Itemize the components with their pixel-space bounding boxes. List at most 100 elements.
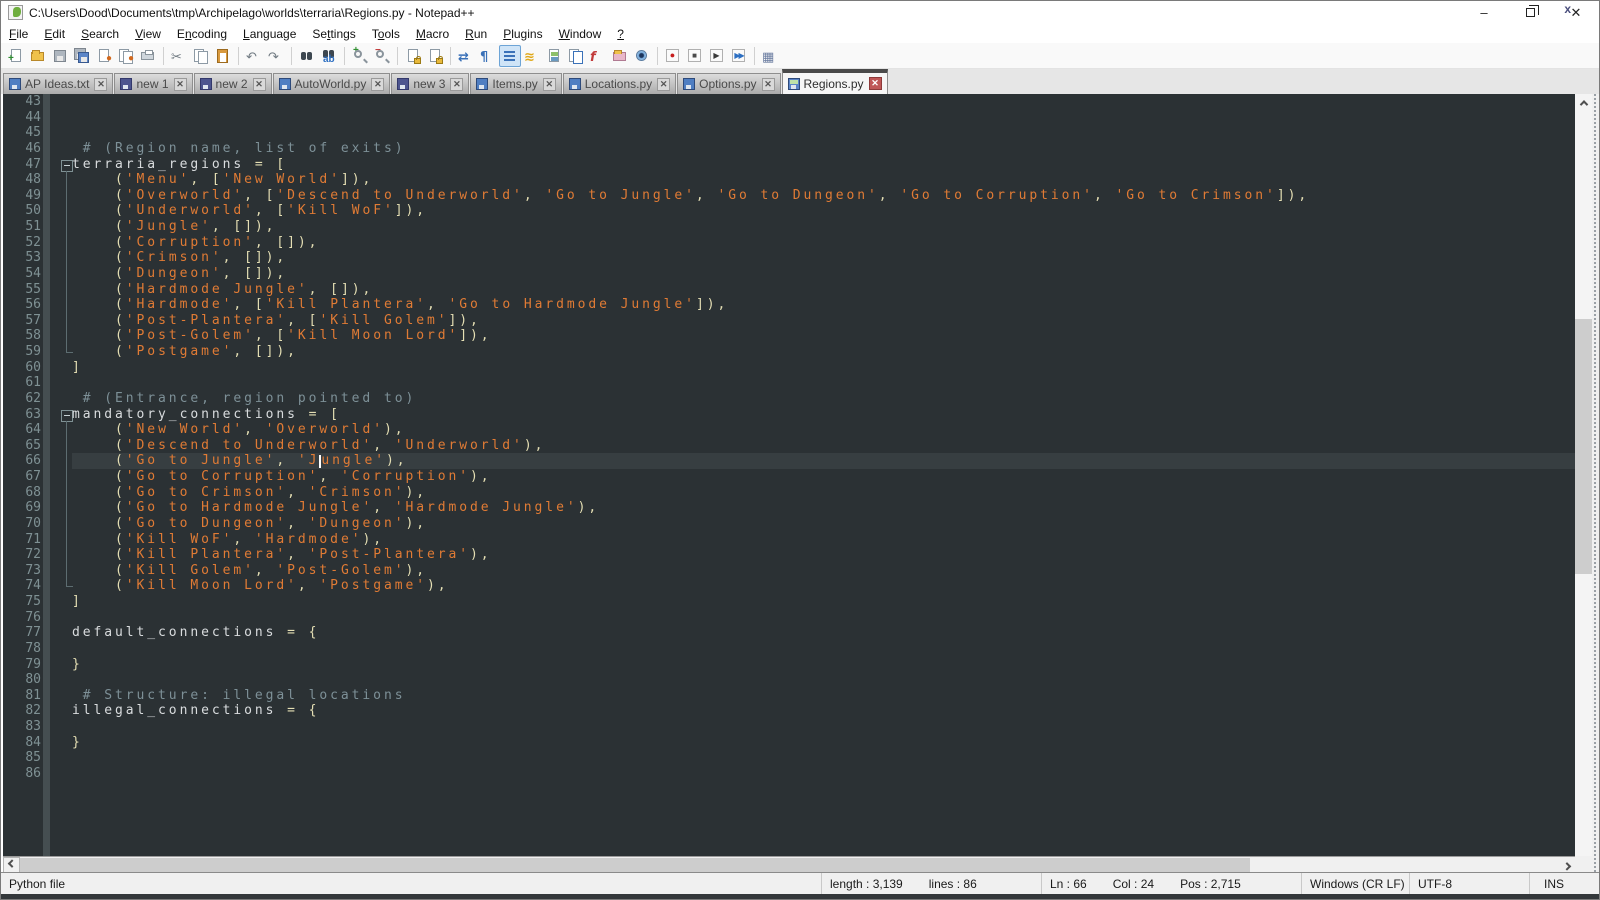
code-line[interactable]: 60] [3, 360, 1575, 376]
code-line[interactable]: 53 ('Crimson', []), [3, 250, 1575, 266]
code-line[interactable]: 62 # (Entrance, region pointed to) [3, 391, 1575, 407]
code-line[interactable]: 43 [3, 94, 1575, 110]
macro-record-icon[interactable]: ● [662, 45, 684, 67]
code-line[interactable]: 80 [3, 672, 1575, 688]
tab-ap-ideas-txt[interactable]: AP Ideas.txt✕ [3, 73, 113, 94]
code-line[interactable]: 69 ('Go to Hardmode Jungle', 'Hardmode J… [3, 500, 1575, 516]
menu-run[interactable]: Run [457, 25, 495, 43]
line-number[interactable]: 50 [3, 203, 41, 219]
copy-icon[interactable] [190, 45, 212, 67]
horizontal-scroll-thumb[interactable] [20, 858, 1250, 873]
line-number[interactable]: 66 [3, 453, 41, 469]
code-line[interactable]: 78 [3, 641, 1575, 657]
status-encoding[interactable]: UTF-8 [1409, 873, 1529, 894]
tab-close-icon[interactable]: ✕ [450, 78, 463, 91]
replace-icon[interactable]: ab [318, 45, 340, 67]
sync-horizontal-scroll-icon[interactable] [424, 45, 446, 67]
code-line[interactable]: 61 [3, 375, 1575, 391]
close-all-icon[interactable]: ● [115, 45, 137, 67]
tab-items-py[interactable]: Items.py✕ [470, 73, 561, 94]
code-line[interactable]: 76 [3, 610, 1575, 626]
line-number[interactable]: 55 [3, 282, 41, 298]
line-number[interactable]: 47 [3, 157, 41, 173]
code-line[interactable]: 74 ('Kill Moon Lord', 'Postgame'), [3, 578, 1575, 594]
code-line[interactable]: 45 [3, 125, 1575, 141]
new-file-icon[interactable]: + [5, 45, 27, 67]
code-line[interactable]: 44 [3, 110, 1575, 126]
code-line[interactable]: 54 ('Dungeon', []), [3, 266, 1575, 282]
macro-save-icon[interactable]: ▦ [759, 45, 781, 67]
line-number[interactable]: 80 [3, 672, 41, 688]
word-wrap-icon[interactable]: ⇄ [455, 45, 477, 67]
line-number[interactable]: 59 [3, 344, 41, 360]
tab-close-icon[interactable]: ✕ [657, 78, 670, 91]
code-editor[interactable]: 43444546 # (Region name, list of exits)4… [3, 94, 1575, 856]
line-number[interactable]: 71 [3, 532, 41, 548]
show-indent-guide-icon[interactable] [499, 45, 521, 67]
tab-close-icon[interactable]: ✕ [94, 78, 107, 91]
macro-playback-icon[interactable]: ▶ [706, 45, 728, 67]
scroll-right-button[interactable] [1558, 857, 1575, 873]
line-number[interactable]: 79 [3, 657, 41, 673]
tab-new-1[interactable]: new 1✕ [114, 73, 192, 94]
print-icon[interactable] [137, 45, 159, 67]
code-line[interactable]: 51 ('Jungle', []), [3, 219, 1575, 235]
line-number[interactable]: 57 [3, 313, 41, 329]
menu-plugins[interactable]: Plugins [495, 25, 550, 43]
scroll-left-button[interactable] [3, 857, 20, 873]
menu-file[interactable]: File [1, 25, 36, 43]
function-list-icon[interactable]: f [587, 45, 609, 67]
line-number[interactable]: 43 [3, 94, 41, 110]
tab-new-3[interactable]: new 3✕ [391, 73, 469, 94]
code-line[interactable]: 81 # Structure: illegal locations [3, 688, 1575, 704]
code-line[interactable]: 65 ('Descend to Underworld', 'Underworld… [3, 438, 1575, 454]
menu-encoding[interactable]: Encoding [169, 25, 235, 43]
menu-tools[interactable]: Tools [364, 25, 408, 43]
horizontal-scrollbar[interactable] [3, 856, 1575, 872]
line-number[interactable]: 52 [3, 235, 41, 251]
line-number[interactable]: 54 [3, 266, 41, 282]
close-button[interactable]: ✕ [1553, 1, 1599, 24]
monitoring-icon[interactable] [631, 45, 653, 67]
line-number[interactable]: 45 [3, 125, 41, 141]
macro-stop-icon[interactable]: ■ [684, 45, 706, 67]
code-line[interactable]: 48 ('Menu', ['New World']), [3, 172, 1575, 188]
zoom-in-icon[interactable] [349, 45, 371, 67]
line-number[interactable]: 86 [3, 766, 41, 782]
line-number[interactable]: 46 [3, 141, 41, 157]
line-number[interactable]: 48 [3, 172, 41, 188]
folder-as-workspace-icon[interactable] [609, 45, 631, 67]
line-number[interactable]: 51 [3, 219, 41, 235]
menu-macro[interactable]: Macro [408, 25, 457, 43]
menu-?[interactable]: ? [609, 25, 632, 43]
line-number[interactable]: 58 [3, 328, 41, 344]
line-number[interactable]: 64 [3, 422, 41, 438]
redo-icon[interactable]: ↷ [265, 45, 287, 67]
code-line[interactable]: 83 [3, 719, 1575, 735]
line-number[interactable]: 84 [3, 735, 41, 751]
code-line[interactable]: 63mandatory_connections = [ [3, 407, 1575, 423]
tab-regions-py[interactable]: Regions.py✕ [782, 69, 888, 94]
sync-vertical-scroll-icon[interactable] [402, 45, 424, 67]
code-line[interactable]: 66 ('Go to Jungle', 'Jungle'), [3, 453, 1575, 469]
tab-close-icon[interactable]: ✕ [253, 78, 266, 91]
zoom-out-icon[interactable] [371, 45, 393, 67]
code-line[interactable]: 52 ('Corruption', []), [3, 235, 1575, 251]
vertical-scroll-thumb[interactable] [1575, 319, 1592, 574]
line-number[interactable]: 63 [3, 407, 41, 423]
code-line[interactable]: 82illegal_connections = { [3, 703, 1575, 719]
line-number[interactable]: 74 [3, 578, 41, 594]
line-number[interactable]: 72 [3, 547, 41, 563]
tab-new-2[interactable]: new 2✕ [194, 73, 272, 94]
user-defined-language-icon[interactable]: ≋ [521, 45, 543, 67]
status-insert-mode[interactable]: INS [1529, 873, 1600, 894]
code-line[interactable]: 70 ('Go to Dungeon', 'Dungeon'), [3, 516, 1575, 532]
save-icon[interactable] [49, 45, 71, 67]
restore-button[interactable] [1507, 1, 1553, 24]
code-line[interactable]: 68 ('Go to Crimson', 'Crimson'), [3, 485, 1575, 501]
minimize-button[interactable]: – [1461, 1, 1507, 24]
code-line[interactable]: 49 ('Overworld', ['Descend to Underworld… [3, 188, 1575, 204]
line-number[interactable]: 70 [3, 516, 41, 532]
line-number[interactable]: 60 [3, 360, 41, 376]
code-line[interactable]: 71 ('Kill WoF', 'Hardmode'), [3, 532, 1575, 548]
